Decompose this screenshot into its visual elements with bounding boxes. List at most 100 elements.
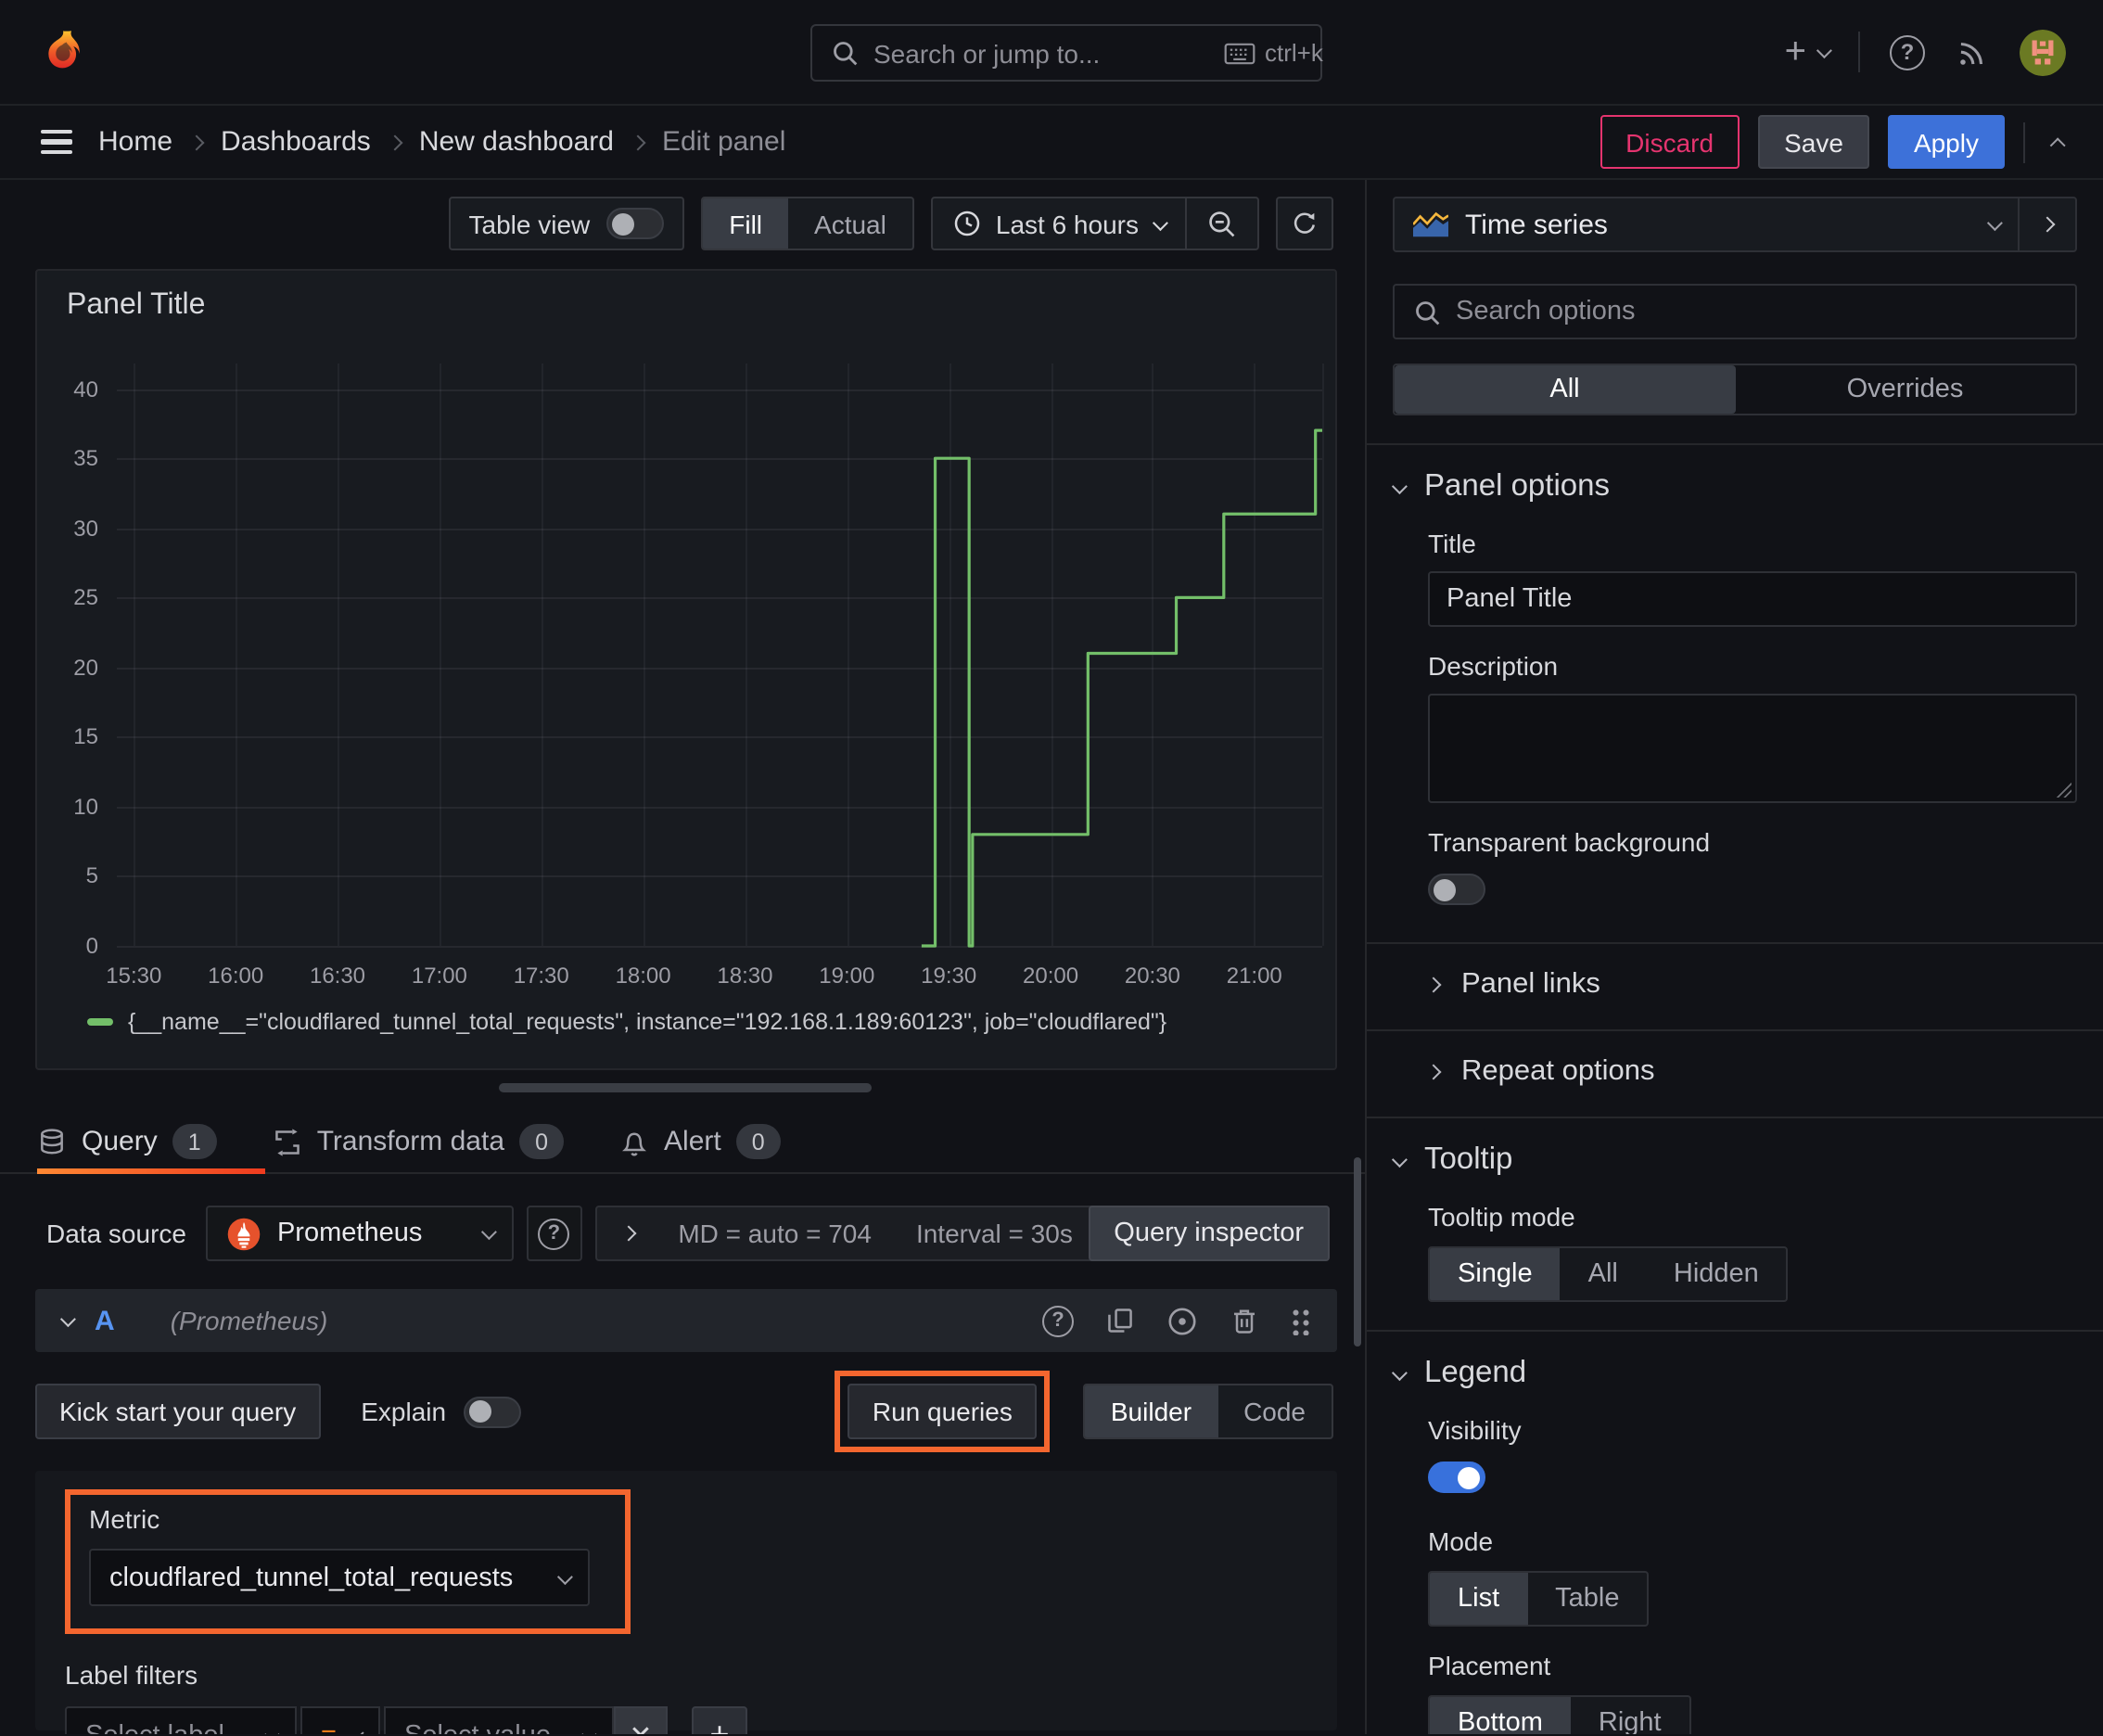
apply-button[interactable]: Apply [1887, 115, 2005, 169]
chevron-down-icon [1391, 1364, 1408, 1381]
repeat-options-section[interactable]: Repeat options [1425, 1055, 2077, 1089]
zoom-out-button[interactable] [1187, 209, 1257, 238]
options-search-input[interactable] [1456, 297, 2057, 326]
placement-right-option[interactable]: Right [1571, 1697, 1689, 1734]
builder-option[interactable]: Builder [1084, 1385, 1218, 1437]
new-menu-button[interactable]: + [1785, 33, 1832, 70]
visualization-picker[interactable]: Time series [1395, 198, 2018, 250]
tooltip-single-option[interactable]: Single [1430, 1248, 1561, 1300]
description-textarea[interactable] [1428, 694, 2077, 803]
run-queries-button[interactable]: Run queries [848, 1384, 1037, 1439]
x-axis-tick-label: 18:00 [615, 963, 671, 989]
select-value-dropdown[interactable]: Select value [384, 1706, 614, 1734]
fill-option[interactable]: Fill [703, 198, 789, 249]
metric-select[interactable]: cloudflared_tunnel_total_requests [89, 1549, 590, 1606]
kick-start-query-button[interactable]: Kick start your query [35, 1384, 321, 1439]
legend-visibility-toggle[interactable] [1428, 1462, 1485, 1493]
metric-label: Metric [89, 1504, 160, 1534]
x-axis-tick-label: 19:30 [921, 963, 977, 989]
tab-alert[interactable]: Alert 0 [619, 1124, 781, 1159]
keyboard-icon [1224, 42, 1255, 64]
divider [2023, 121, 2025, 162]
panel-options-body: Title Description Transparent background [1428, 529, 2077, 914]
discard-button[interactable]: Discard [1600, 115, 1740, 169]
options-search[interactable] [1393, 284, 2077, 339]
alert-count-badge: 0 [735, 1124, 781, 1159]
time-range-picker[interactable]: Last 6 hours [933, 209, 1185, 238]
remove-filter-button[interactable]: ✕ [614, 1706, 668, 1734]
save-button[interactable]: Save [1758, 115, 1869, 169]
query-help-icon[interactable]: ? [1042, 1305, 1074, 1336]
panel-title-input[interactable] [1428, 571, 2077, 627]
news-button[interactable] [1955, 34, 1990, 70]
collapse-options-button[interactable] [2044, 136, 2077, 153]
tab-transform-data[interactable]: Transform data 0 [273, 1124, 565, 1159]
edit-panel-content: Table view Fill Actual Last 6 hours Pane… [0, 180, 1367, 1734]
options-pane: Time series All Overrides Panel options [1367, 180, 2103, 1734]
tab-overrides[interactable]: Overrides [1735, 365, 2075, 414]
x-axis-tick-label: 17:30 [513, 963, 569, 989]
query-inspector-button[interactable]: Query inspector [1088, 1206, 1330, 1261]
global-search[interactable]: ctrl+k [810, 24, 1323, 82]
tab-all[interactable]: All [1395, 365, 1735, 414]
placement-bottom-option[interactable]: Bottom [1430, 1697, 1571, 1734]
help-button[interactable]: ? [1890, 34, 1925, 70]
chevron-down-icon [352, 1728, 364, 1734]
actual-option[interactable]: Actual [788, 198, 912, 249]
tab-query[interactable]: Query 1 [37, 1124, 217, 1159]
avatar[interactable] [2020, 29, 2066, 75]
divider [1858, 32, 1860, 72]
refresh-button[interactable] [1276, 197, 1333, 250]
panel-links-section[interactable]: Panel links [1425, 968, 2077, 1002]
resize-corner-icon[interactable] [2055, 781, 2071, 798]
tooltip-mode-label: Tooltip mode [1428, 1202, 1575, 1232]
breadcrumb-new-dashboard[interactable]: New dashboard [419, 126, 614, 158]
scrollbar-thumb[interactable] [1354, 1157, 1361, 1347]
chart-legend: {__name__="cloudflared_tunnel_total_requ… [87, 1009, 1166, 1035]
drag-handle-icon[interactable] [1291, 1307, 1311, 1334]
transform-count-badge: 0 [519, 1124, 565, 1159]
transparent-background-toggle[interactable] [1428, 874, 1485, 905]
tooltip-all-option[interactable]: All [1561, 1248, 1646, 1300]
chevron-down-icon [1816, 43, 1832, 59]
select-label-dropdown[interactable]: Select label [65, 1706, 297, 1734]
grafana-logo-icon[interactable] [37, 27, 87, 77]
add-filter-button[interactable]: + [692, 1706, 747, 1734]
menu-toggle-icon[interactable] [41, 129, 72, 155]
global-search-input[interactable] [873, 38, 1209, 68]
panel[interactable]: Panel Title 0 5 10 15 20 25 30 35 40 15:30 16:00 16… [35, 269, 1337, 1070]
legend-label[interactable]: {__name__="cloudflared_tunnel_total_requ… [128, 1009, 1166, 1035]
breadcrumb-dashboards[interactable]: Dashboards [221, 126, 371, 158]
tooltip-hidden-option[interactable]: Hidden [1646, 1248, 1787, 1300]
chevron-down-icon [556, 1568, 573, 1585]
y-axis-tick-label: 0 [85, 933, 98, 959]
trash-icon[interactable] [1230, 1306, 1259, 1335]
resize-handle[interactable] [499, 1083, 872, 1092]
fill-actual-segmented: Fill Actual [701, 197, 914, 250]
duplicate-icon[interactable] [1105, 1306, 1135, 1335]
tooltip-section[interactable]: Tooltip [1391, 1142, 2077, 1178]
datasource-help-button[interactable]: ? [526, 1206, 582, 1261]
eye-icon[interactable] [1166, 1305, 1198, 1336]
timeseries-viz-icon [1413, 211, 1448, 237]
chevron-up-icon [2049, 136, 2066, 153]
main-area: Table view Fill Actual Last 6 hours Pane… [0, 180, 2103, 1734]
operator-dropdown[interactable]: = [300, 1706, 380, 1734]
table-view-toggle[interactable] [606, 208, 665, 239]
rss-icon [1960, 41, 1983, 64]
explain-toggle[interactable] [463, 1396, 521, 1427]
legend-table-option[interactable]: Table [1527, 1573, 1647, 1625]
bell-icon [622, 1131, 647, 1155]
legend-section[interactable]: Legend [1391, 1356, 2077, 1391]
chevron-right-icon [1425, 976, 1442, 993]
viz-suggestions-button[interactable] [2018, 198, 2075, 250]
y-axis-tick-label: 40 [73, 376, 98, 402]
legend-list-option[interactable]: List [1430, 1573, 1528, 1625]
query-header[interactable]: A (Prometheus) ? [35, 1289, 1337, 1352]
breadcrumb-home[interactable]: Home [98, 126, 172, 158]
code-option[interactable]: Code [1217, 1385, 1332, 1437]
label-filters-label: Label filters [65, 1660, 198, 1690]
datasource-picker[interactable]: Prometheus [206, 1206, 514, 1261]
y-axis-tick-label: 30 [73, 515, 98, 542]
panel-options-section[interactable]: Panel options [1391, 469, 2077, 504]
